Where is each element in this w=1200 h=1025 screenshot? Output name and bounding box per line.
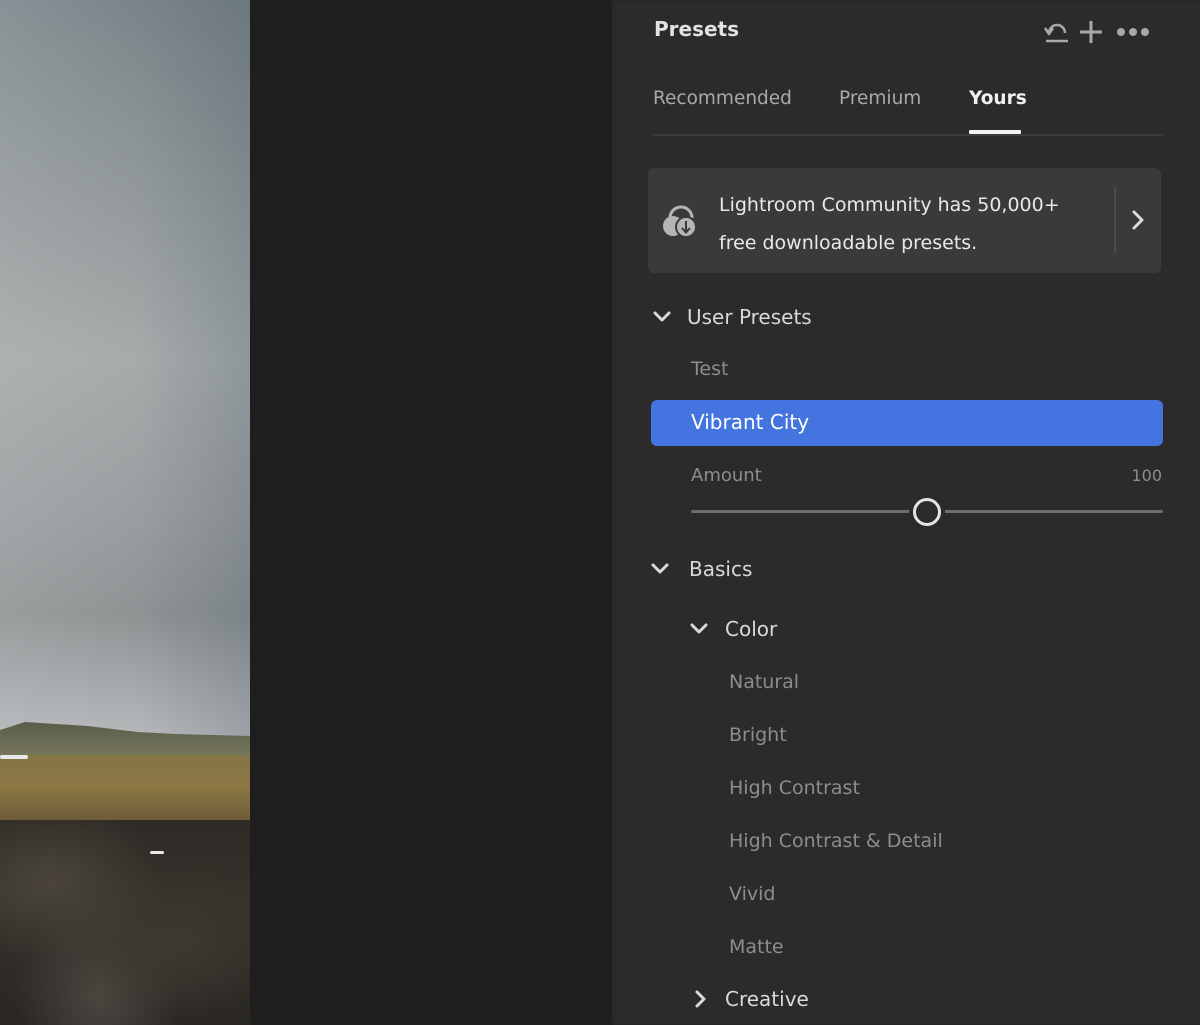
banner-divider [1114, 186, 1116, 254]
group-color[interactable]: Color [688, 617, 777, 641]
preset-item-vibrant-city[interactable]: Vibrant City [651, 400, 1163, 446]
panel-header-actions [1040, 16, 1150, 48]
group-label: User Presets [687, 305, 812, 329]
chevron-right-icon [690, 988, 712, 1010]
undo-button[interactable] [1040, 16, 1074, 48]
group-basics[interactable]: Basics [649, 557, 752, 581]
group-creative[interactable]: Creative [690, 987, 809, 1011]
community-download-icon [660, 204, 700, 244]
preset-item-vivid[interactable]: Vivid [729, 883, 775, 905]
chevron-down-icon [651, 306, 673, 328]
chevron-right-icon [1132, 210, 1144, 230]
chevron-down-icon [649, 558, 671, 580]
chevron-down-icon [688, 618, 710, 640]
photo-snow-patch [0, 755, 28, 759]
panel-title: Presets [654, 17, 740, 41]
tab-recommended[interactable]: Recommended [653, 88, 792, 109]
photo-preview[interactable] [0, 0, 250, 1025]
slider-thumb[interactable] [913, 498, 941, 526]
preset-tabs: Recommended Premium Yours [653, 86, 1163, 136]
preset-item-matte[interactable]: Matte [729, 936, 784, 958]
tab-yours[interactable]: Yours [969, 88, 1027, 109]
preset-item-natural[interactable]: Natural [729, 671, 799, 693]
preset-item-test[interactable]: Test [691, 358, 728, 380]
group-user-presets[interactable]: User Presets [651, 305, 812, 329]
photo-snow-patch [150, 851, 164, 854]
photo-rocks [0, 820, 250, 1025]
more-icon [1117, 28, 1149, 36]
banner-open-button[interactable] [1124, 204, 1152, 236]
active-tab-indicator [969, 130, 1021, 134]
amount-slider[interactable] [691, 498, 1163, 526]
banner-text: Lightroom Community has 50,000+ free dow… [719, 194, 1060, 254]
group-label: Basics [689, 557, 753, 581]
photo-sky [0, 0, 250, 740]
tab-premium[interactable]: Premium [839, 88, 921, 109]
add-preset-button[interactable] [1074, 16, 1108, 48]
group-label: Creative [725, 987, 809, 1011]
preset-item-high-contrast-detail[interactable]: High Contrast & Detail [729, 830, 943, 852]
add-icon [1080, 21, 1102, 43]
canvas-background [250, 0, 610, 1025]
presets-panel: Presets Recommended Premium Yours Lightr… [610, 0, 1200, 1025]
preset-item-bright[interactable]: Bright [729, 724, 787, 746]
undo-icon [1043, 23, 1068, 43]
group-label: Color [725, 617, 778, 641]
preset-item-label: Vibrant City [691, 410, 810, 434]
preset-item-high-contrast[interactable]: High Contrast [729, 777, 860, 799]
community-banner[interactable]: Lightroom Community has 50,000+ free dow… [648, 168, 1161, 273]
amount-label: Amount [691, 465, 762, 486]
amount-value: 100 [1131, 466, 1162, 485]
more-options-button[interactable] [1116, 16, 1150, 48]
